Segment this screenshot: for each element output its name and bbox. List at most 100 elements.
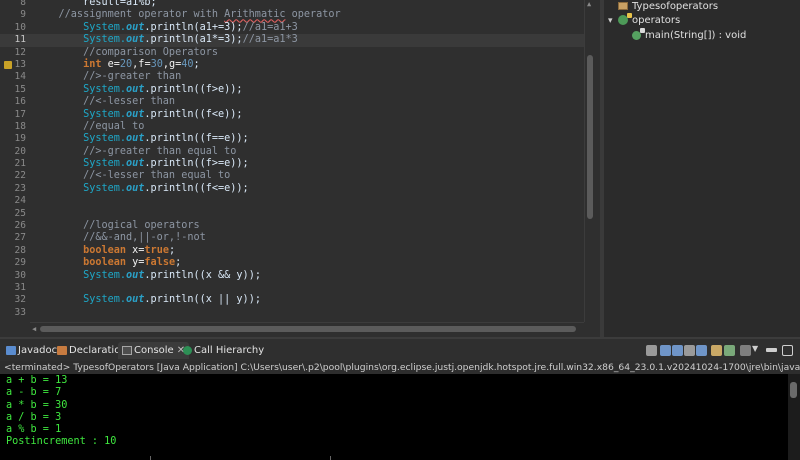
editor-horizontal-scroll-thumb[interactable] xyxy=(40,326,576,332)
console-line: a * b = 30 xyxy=(6,399,68,411)
console-vertical-scrollbar[interactable] xyxy=(788,374,800,460)
code-line[interactable]: 13 int e=20,f=30,g=40; xyxy=(0,59,584,71)
code-token: Arithmatic xyxy=(224,9,286,21)
tab-label: Javadoc xyxy=(18,345,58,356)
word-wrap-icon[interactable] xyxy=(672,345,683,356)
code-line[interactable]: 27 //&&-and,||-or,!-not xyxy=(0,232,584,244)
code-line[interactable]: 21 System.out.println((f>=e)); xyxy=(0,158,584,170)
show-console-on-error-icon[interactable] xyxy=(696,345,707,356)
line-number: 22 xyxy=(14,170,26,182)
line-number: 17 xyxy=(14,108,26,120)
line-number: 24 xyxy=(14,195,26,207)
open-console-icon[interactable] xyxy=(740,345,751,356)
code-line[interactable]: 22 //<-lesser than equal to xyxy=(0,170,584,182)
editor-vertical-scrollbar[interactable]: ▲ xyxy=(584,0,594,322)
code-text: System.out.println((x || y)); xyxy=(34,294,261,306)
line-number: 9 xyxy=(20,9,26,21)
code-line[interactable]: 11 System.out.println(a1*=3);//a1=a1*3 xyxy=(0,34,584,47)
console-line: a - b = 7 xyxy=(6,387,62,399)
code-line[interactable]: 16 //<-lesser than xyxy=(0,96,584,108)
code-token: .println((f>e)); xyxy=(144,83,243,95)
code-text: //equal to xyxy=(34,121,144,133)
scroll-lock-icon[interactable] xyxy=(660,345,671,356)
minimize-icon[interactable] xyxy=(766,348,777,352)
code-token: .println(a1+=3); xyxy=(144,21,243,33)
code-token: System. xyxy=(83,34,127,46)
code-line[interactable]: 25 xyxy=(0,208,584,220)
outline-package-item[interactable]: Typesofoperators xyxy=(618,0,718,14)
chevron-down-icon[interactable]: ▼ xyxy=(752,344,758,353)
code-text: boolean x=true; xyxy=(34,245,175,257)
code-line[interactable]: 19 System.out.println((f==e)); xyxy=(0,133,584,145)
code-line[interactable]: 28 boolean x=true; xyxy=(0,245,584,257)
show-console-on-output-icon[interactable] xyxy=(684,345,695,356)
tab-declaration[interactable]: Declaration xyxy=(57,342,127,359)
code-line[interactable]: 17 System.out.println((f<e)); xyxy=(0,109,584,121)
code-line[interactable]: 29 boolean y=false; xyxy=(0,257,584,269)
code-token: e= xyxy=(101,58,120,70)
code-editor[interactable]: 8 result=a1%b; 9 //assignment operator wi… xyxy=(0,0,600,337)
code-line[interactable]: 10 System.out.println(a1+=3);//a1=a1+3 xyxy=(0,22,584,34)
code-token: 40 xyxy=(181,58,194,70)
line-number: 20 xyxy=(14,145,26,157)
editor-vertical-scroll-thumb[interactable] xyxy=(587,55,593,219)
code-token: System. xyxy=(83,158,127,170)
outline-method-label: main(String[]) : void xyxy=(645,30,747,41)
code-token: .println((f>=e)); xyxy=(144,158,249,170)
code-line[interactable]: 18 //equal to xyxy=(0,121,584,133)
editor-horizontal-scrollbar[interactable]: ◀ xyxy=(30,322,584,334)
call-hierarchy-icon xyxy=(183,345,192,355)
tab-javadoc[interactable]: Javadoc xyxy=(6,342,57,359)
clear-console-icon[interactable] xyxy=(646,345,657,356)
code-token: .println(a1*=3); xyxy=(144,34,243,46)
code-line[interactable]: 20 //>-greater than equal to xyxy=(0,146,584,158)
code-text: //<-lesser than equal to xyxy=(34,170,230,182)
tab-label: Console xyxy=(134,345,174,356)
code-line[interactable]: 32 System.out.println((x || y)); xyxy=(0,294,584,306)
code-line[interactable]: 14 //>-greater than xyxy=(0,71,584,83)
scroll-up-icon[interactable]: ▲ xyxy=(587,0,591,10)
code-line[interactable]: 24 xyxy=(0,195,584,207)
code-text: System.out.println((f>e)); xyxy=(34,83,243,96)
code-line[interactable]: 12 //comparison Operators xyxy=(0,47,584,59)
code-line[interactable]: 30 System.out.println((x && y)); xyxy=(0,270,584,282)
code-line[interactable]: 15 System.out.println((f>e)); xyxy=(0,84,584,96)
code-line[interactable]: 33 xyxy=(0,307,584,319)
display-selected-console-icon[interactable] xyxy=(724,345,735,356)
code-token: //logical operators xyxy=(34,220,200,232)
chevron-down-icon[interactable]: ▾ xyxy=(608,16,613,26)
code-line[interactable]: 8 result=a1%b; xyxy=(0,0,584,9)
line-number: 33 xyxy=(14,306,26,318)
tab-console[interactable]: Console ✕ xyxy=(118,342,190,359)
tab-call-hierarchy[interactable]: Call Hierarchy xyxy=(183,342,264,359)
code-token: operator xyxy=(285,9,341,21)
code-line[interactable]: 26 //logical operators xyxy=(0,220,584,232)
code-line[interactable]: 31 xyxy=(0,282,584,294)
maximize-icon[interactable] xyxy=(782,345,793,356)
line-number: 25 xyxy=(14,207,26,219)
console-output[interactable]: a + b = 13 a - b = 7a * b = 30 a / b = 3a … xyxy=(0,374,800,460)
console-vertical-scroll-thumb[interactable] xyxy=(790,382,797,398)
code-token: //equal to xyxy=(34,120,145,132)
code-line[interactable]: 23 System.out.println((f<=e)); xyxy=(0,183,584,195)
code-token: //<-lesser than equal to xyxy=(34,170,231,182)
outline-method-item[interactable]: main(String[]) : void xyxy=(632,27,747,43)
line-number: 27 xyxy=(14,232,26,244)
scroll-left-icon[interactable]: ◀ xyxy=(32,323,36,335)
pin-console-icon[interactable] xyxy=(711,345,722,356)
declaration-icon xyxy=(57,345,67,355)
code-text: //assignment operator with Arithmatic op… xyxy=(34,9,341,21)
console-icon xyxy=(122,345,132,355)
code-token: ; xyxy=(168,244,176,256)
outline-class-item[interactable]: operators xyxy=(618,13,680,28)
javadoc-icon xyxy=(6,345,16,355)
code-token: out xyxy=(126,158,145,170)
code-line[interactable]: 9 //assignment operator with Arithmatic … xyxy=(0,9,584,21)
code-token: System. xyxy=(83,83,127,95)
code-token: //a1=a1*3 xyxy=(242,34,298,46)
